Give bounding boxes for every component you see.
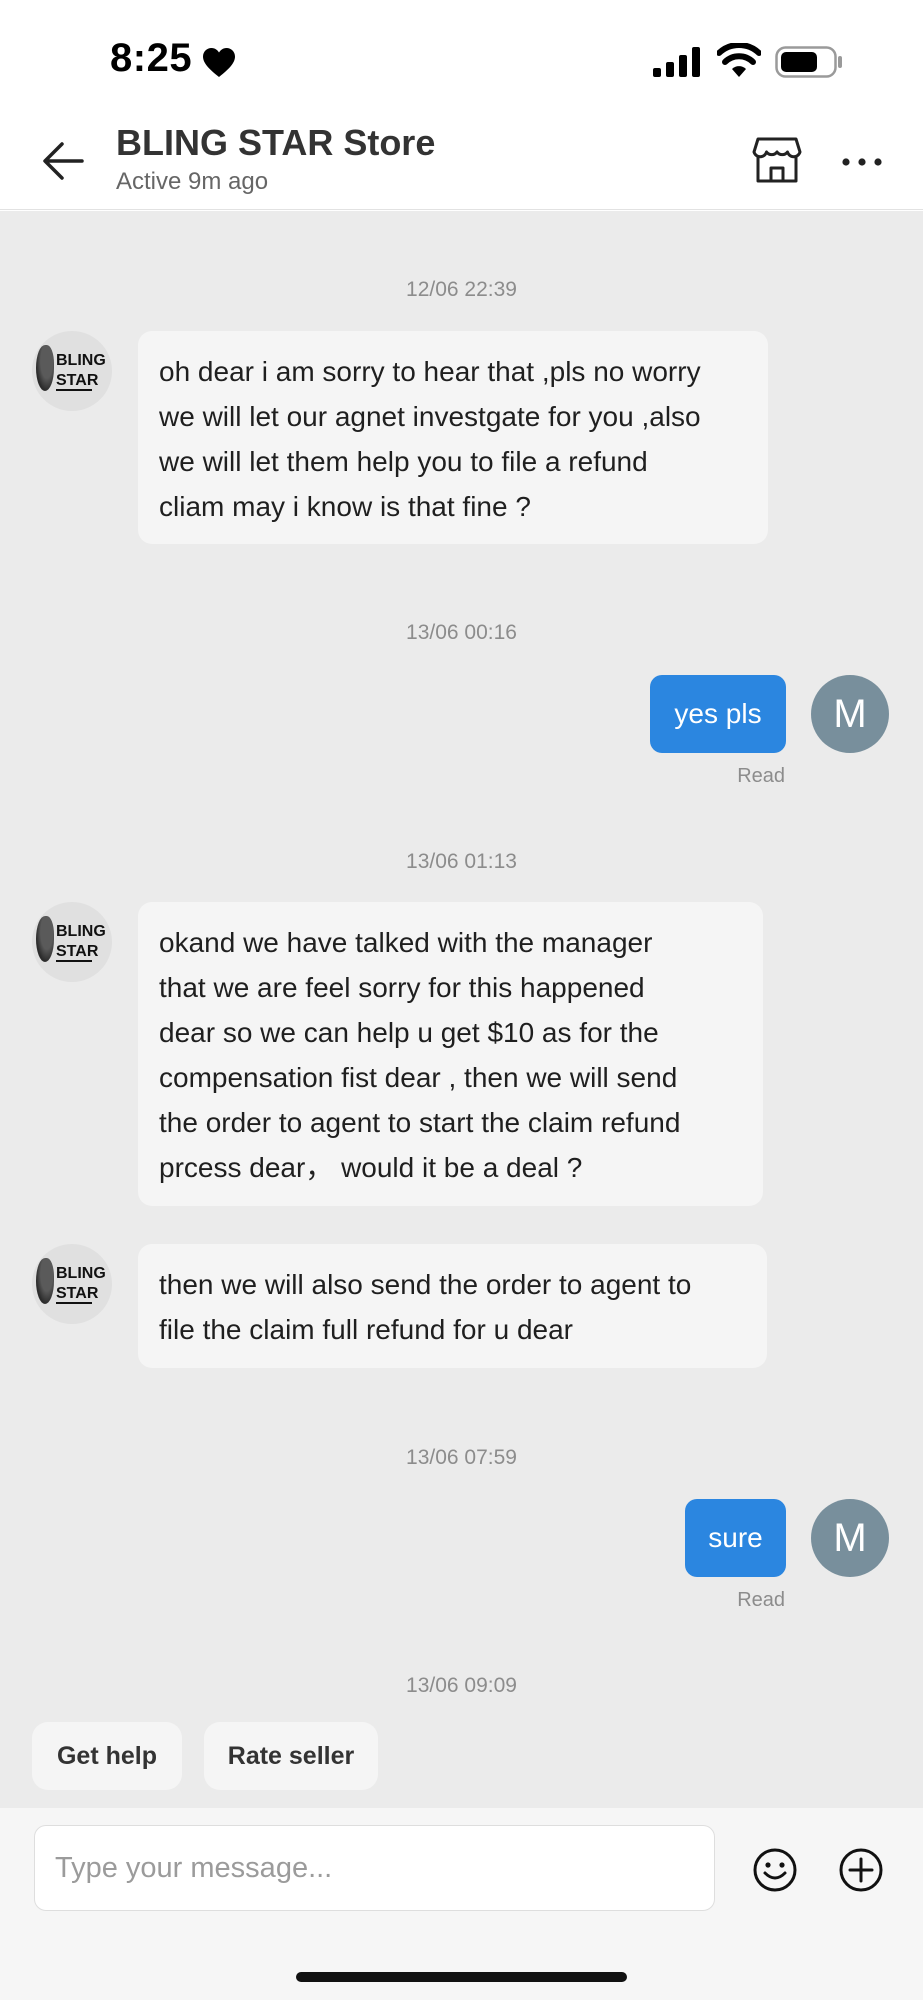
- heart-icon: [203, 48, 235, 77]
- add-attachment-icon[interactable]: [838, 1847, 884, 1893]
- cellular-signal-icon: [653, 47, 700, 77]
- avatar-logo-line2: STAR: [56, 1285, 99, 1302]
- message-timestamp: 12/06 22:39: [406, 278, 517, 301]
- rate-seller-button[interactable]: Rate seller: [204, 1722, 378, 1790]
- status-bar: 8:25: [0, 0, 923, 110]
- chat-messages[interactable]: 12/06 22:39 BLING STAR oh dear i am sorr…: [0, 211, 923, 1808]
- user-avatar[interactable]: M: [811, 1499, 889, 1577]
- avatar-logo-underline: [56, 389, 92, 391]
- message-timestamp: 13/06 09:09: [406, 1674, 517, 1697]
- avatar-face-image: [36, 1258, 54, 1304]
- store-name[interactable]: BLING STAR Store: [116, 122, 435, 164]
- chat-header: BLING STAR Store Active 9m ago: [0, 110, 923, 210]
- avatar-logo-line1: BLING: [56, 1265, 106, 1282]
- active-status: Active 9m ago: [116, 168, 269, 195]
- back-arrow-icon[interactable]: [40, 138, 86, 184]
- avatar-logo-text: BLING STAR: [56, 1264, 112, 1304]
- avatar-logo-line2: STAR: [56, 943, 99, 960]
- store-avatar[interactable]: BLING STAR: [32, 1244, 112, 1324]
- message-input[interactable]: [34, 1825, 715, 1911]
- avatar-logo-text: BLING STAR: [56, 922, 112, 962]
- message-timestamp: 13/06 00:16: [406, 621, 517, 644]
- avatar-logo-text: BLING STAR: [56, 351, 112, 391]
- message-timestamp: 13/06 01:13: [406, 850, 517, 873]
- read-receipt: Read: [737, 1589, 785, 1611]
- avatar-logo-underline: [56, 1302, 92, 1304]
- avatar-face-image: [36, 916, 54, 962]
- battery-icon: [775, 46, 842, 78]
- avatar-logo-line2: STAR: [56, 372, 99, 389]
- emoji-icon[interactable]: [752, 1847, 798, 1893]
- wifi-icon: [717, 43, 761, 77]
- store-avatar[interactable]: BLING STAR: [32, 331, 112, 411]
- message-timestamp: 13/06 07:59: [406, 1446, 517, 1469]
- incoming-message: okand we have talked with the manager th…: [138, 902, 763, 1206]
- avatar-logo-line1: BLING: [56, 923, 106, 940]
- incoming-message: then we will also send the order to agen…: [138, 1244, 767, 1368]
- get-help-button[interactable]: Get help: [32, 1722, 182, 1790]
- incoming-message: oh dear i am sorry to hear that ,pls no …: [138, 331, 768, 544]
- more-options-icon[interactable]: [840, 150, 884, 174]
- outgoing-message: yes pls: [650, 675, 786, 753]
- avatar-logo-line1: BLING: [56, 352, 106, 369]
- outgoing-message: sure: [685, 1499, 786, 1577]
- avatar-logo-underline: [56, 960, 92, 962]
- home-indicator[interactable]: [296, 1972, 627, 1982]
- read-receipt: Read: [737, 765, 785, 787]
- message-composer: [0, 1808, 923, 2000]
- user-avatar[interactable]: M: [811, 675, 889, 753]
- status-time: 8:25: [110, 36, 193, 80]
- store-avatar[interactable]: BLING STAR: [32, 902, 112, 982]
- avatar-face-image: [36, 345, 54, 391]
- store-icon[interactable]: [752, 136, 802, 184]
